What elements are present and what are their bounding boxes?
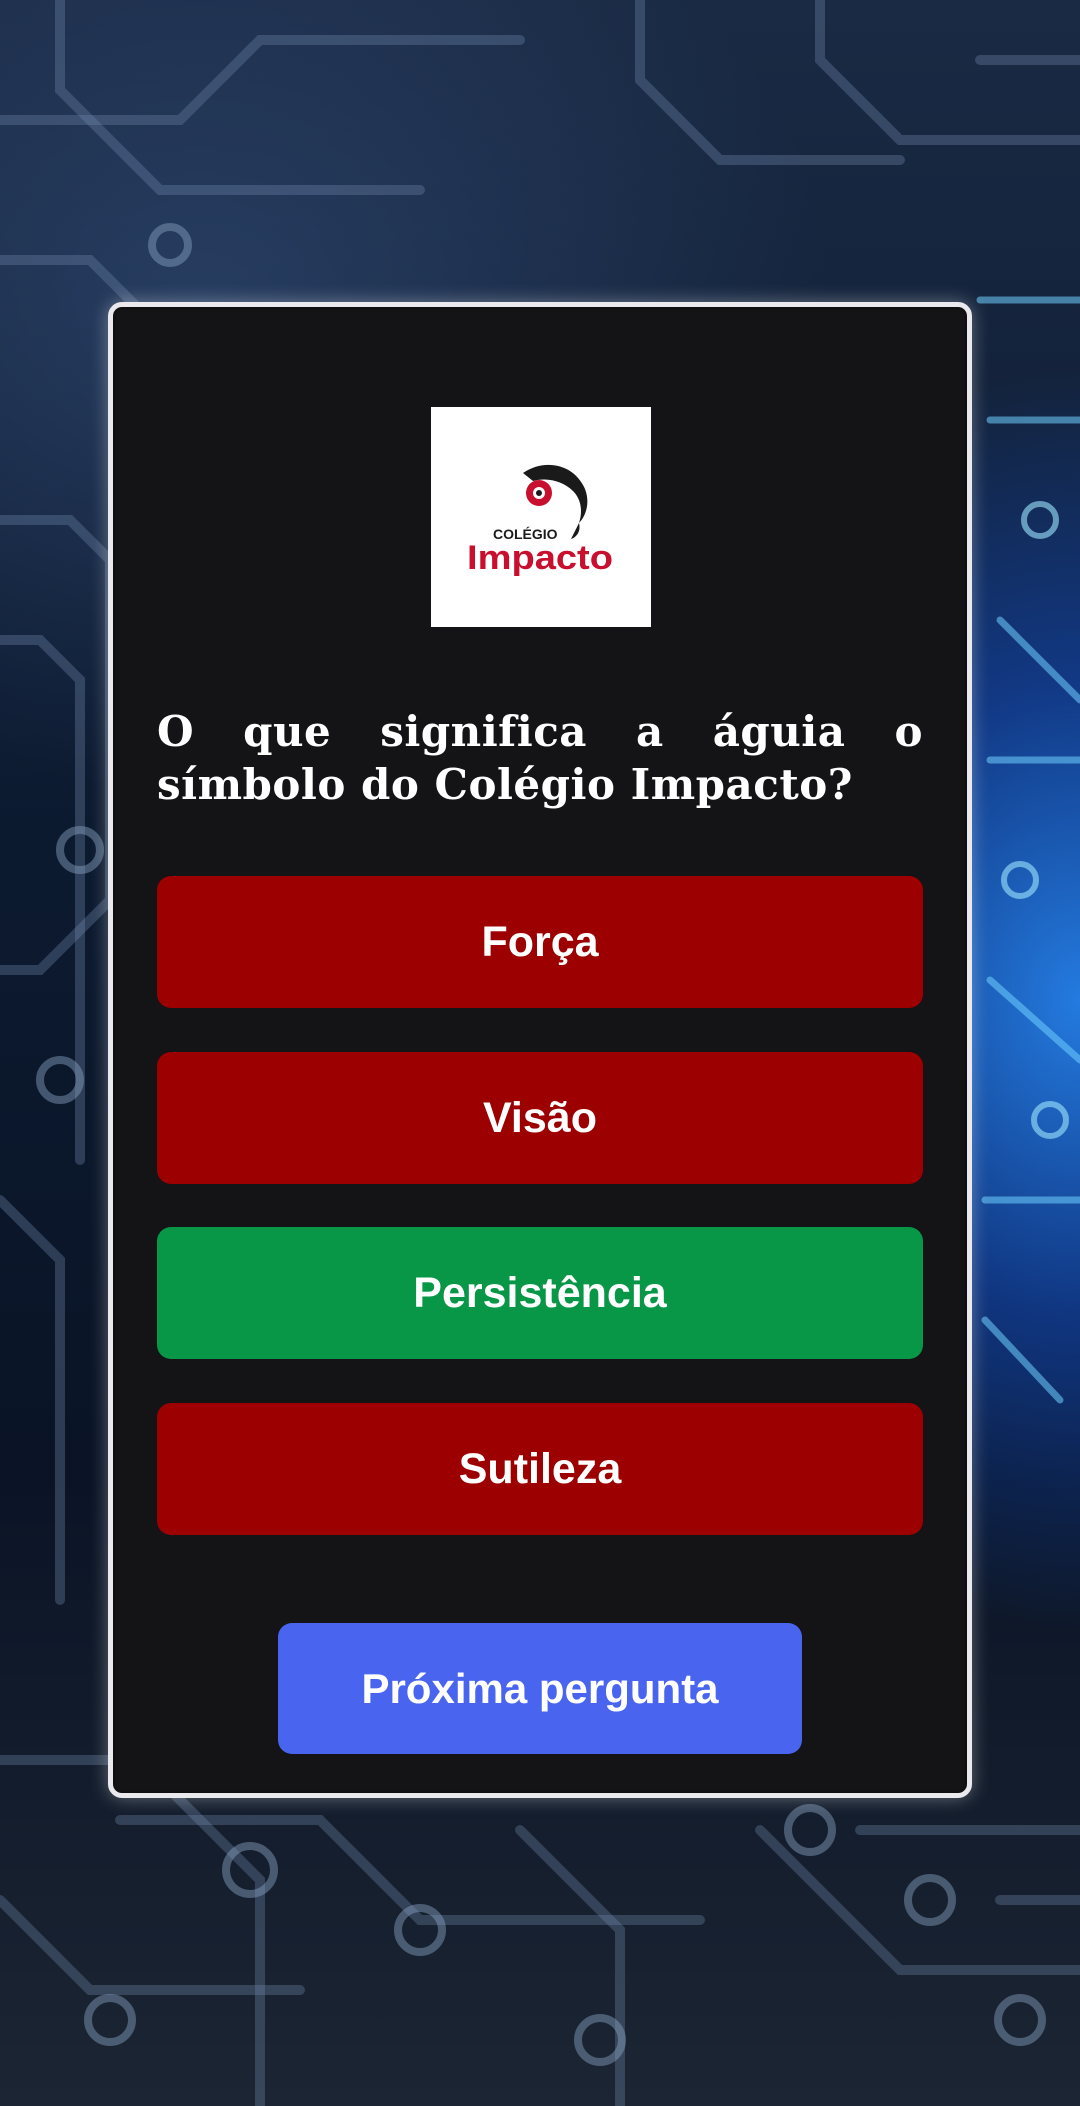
answer-option-forca[interactable]: Força	[157, 876, 923, 1008]
quiz-card: COLÉGIO Impacto O que significa a águia …	[108, 302, 972, 1798]
answer-label: Força	[481, 917, 599, 966]
answer-option-sutileza[interactable]: Sutileza	[157, 1403, 923, 1535]
answer-label: Visão	[483, 1093, 597, 1142]
question-text: O que significa a águia o símbolo do Col…	[157, 707, 923, 809]
answer-option-persistencia[interactable]: Persistência	[157, 1227, 923, 1359]
answer-option-visao[interactable]: Visão	[157, 1052, 923, 1184]
answer-label: Persistência	[413, 1268, 667, 1317]
logo-line2: Impacto	[467, 539, 613, 577]
next-question-label: Próxima pergunta	[361, 1664, 719, 1712]
answer-label: Sutileza	[458, 1444, 622, 1493]
school-logo: COLÉGIO Impacto	[431, 407, 651, 627]
next-question-button[interactable]: Próxima pergunta	[278, 1623, 802, 1754]
